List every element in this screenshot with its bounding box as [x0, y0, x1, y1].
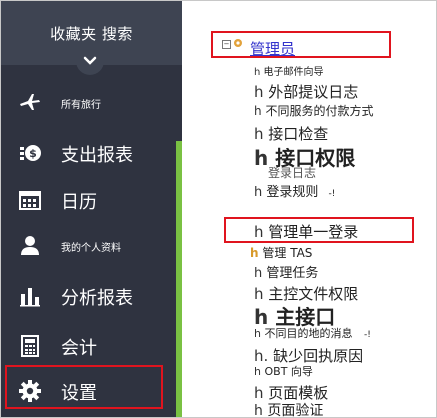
- node-prefix: h: [254, 146, 269, 170]
- tree-node-login-log[interactable]: 登录日志: [268, 164, 316, 181]
- node-prefix: h: [250, 246, 259, 260]
- node-prefix: h: [254, 67, 261, 78]
- collapse-button[interactable]: [76, 47, 104, 75]
- node-suffix: -!: [328, 189, 336, 199]
- node-prefix: h: [254, 125, 264, 143]
- tree-node-email-wizard[interactable]: h 电子邮件向导: [254, 63, 324, 78]
- tree-node-obt-wizard[interactable]: h OBT 向导: [254, 363, 313, 379]
- node-label: 管理 TAS: [262, 246, 313, 260]
- node-label: 电子邮件向导: [263, 67, 324, 78]
- node-label: 登录日志: [268, 166, 317, 180]
- node-prefix: h: [254, 104, 262, 118]
- highlight-box-settings: [5, 365, 163, 409]
- svg-text:$: $: [29, 147, 37, 160]
- calculator-icon: [21, 335, 39, 357]
- app-frame: 收藏夹 搜索 所有旅行 $ 支出报表 日历 我的个人资料 分析报表 会计 设置 …: [0, 0, 437, 418]
- highlight-box-manage-sso: [224, 217, 414, 243]
- node-label: 管理任务: [266, 266, 319, 281]
- sidebar-item-label: 日历: [61, 192, 97, 213]
- node-label: 不同服务的付款方式: [265, 104, 374, 118]
- node-prefix: h: [254, 185, 263, 200]
- sidebar: 收藏夹 搜索 所有旅行 $ 支出报表 日历 我的个人资料 分析报表 会计 设置: [1, 1, 182, 417]
- sidebar-item-calendar[interactable]: 日历: [1, 177, 176, 223]
- tree-node-destination-messages[interactable]: h 不同目的地的消息 -!: [254, 325, 371, 341]
- node-label: 页面验证: [267, 403, 324, 418]
- tree-node-payment-methods[interactable]: h 不同服务的付款方式: [254, 102, 373, 119]
- admin-tree-panel: − 管理员 h 电子邮件向导 h 外部提议日志 h 不同服务的付款方式 h 接口…: [182, 1, 436, 418]
- tree-node-external-proposal-log[interactable]: h 外部提议日志: [254, 81, 358, 102]
- bar-chart-icon: [20, 288, 40, 307]
- tree-node-login-rules[interactable]: h 登录规则 -!: [254, 181, 335, 200]
- receipt-icon: $: [20, 145, 41, 161]
- node-label: 登录规则: [266, 185, 319, 200]
- sidebar-item-accounting[interactable]: 会计: [1, 323, 176, 369]
- tree-node-manage-tas[interactable]: h 管理 TAS: [250, 244, 312, 261]
- sidebar-item-label: 会计: [61, 338, 97, 359]
- tree-node-page-validation[interactable]: h 页面验证: [254, 400, 324, 418]
- sidebar-item-expense-reports[interactable]: $ 支出报表: [1, 130, 176, 176]
- sidebar-item-label: 支出报表: [61, 145, 133, 166]
- sidebar-item-label: 分析报表: [61, 288, 133, 309]
- node-prefix: h: [254, 403, 263, 418]
- calendar-icon: [19, 191, 41, 210]
- tree-node-interface-check[interactable]: h 接口检查: [254, 123, 328, 144]
- node-prefix: h: [254, 83, 264, 101]
- sidebar-item-label: 所有旅行: [61, 100, 101, 111]
- node-label: 不同目的地的消息: [264, 327, 353, 340]
- node-label: 外部提议日志: [268, 83, 359, 101]
- sidebar-item-label: 我的个人资料: [61, 243, 121, 254]
- sidebar-title[interactable]: 收藏夹 搜索: [1, 23, 182, 44]
- tree-node-manage-tasks[interactable]: h 管理任务: [254, 262, 318, 281]
- node-prefix: h: [254, 327, 261, 340]
- sidebar-item-analytics[interactable]: 分析报表: [1, 273, 176, 319]
- node-label: 接口检查: [268, 125, 329, 143]
- node-label: OBT 向导: [264, 365, 313, 378]
- node-prefix: h: [254, 266, 263, 281]
- sidebar-item-all-trips[interactable]: 所有旅行: [1, 79, 176, 125]
- node-prefix: h: [254, 365, 261, 378]
- airplane-icon: [20, 94, 40, 110]
- node-suffix: -!: [363, 330, 371, 340]
- chevron-down-icon: [83, 56, 97, 65]
- person-icon: [21, 236, 39, 255]
- highlight-box-administrator: [211, 31, 391, 58]
- sidebar-item-my-profile[interactable]: 我的个人资料: [1, 222, 176, 268]
